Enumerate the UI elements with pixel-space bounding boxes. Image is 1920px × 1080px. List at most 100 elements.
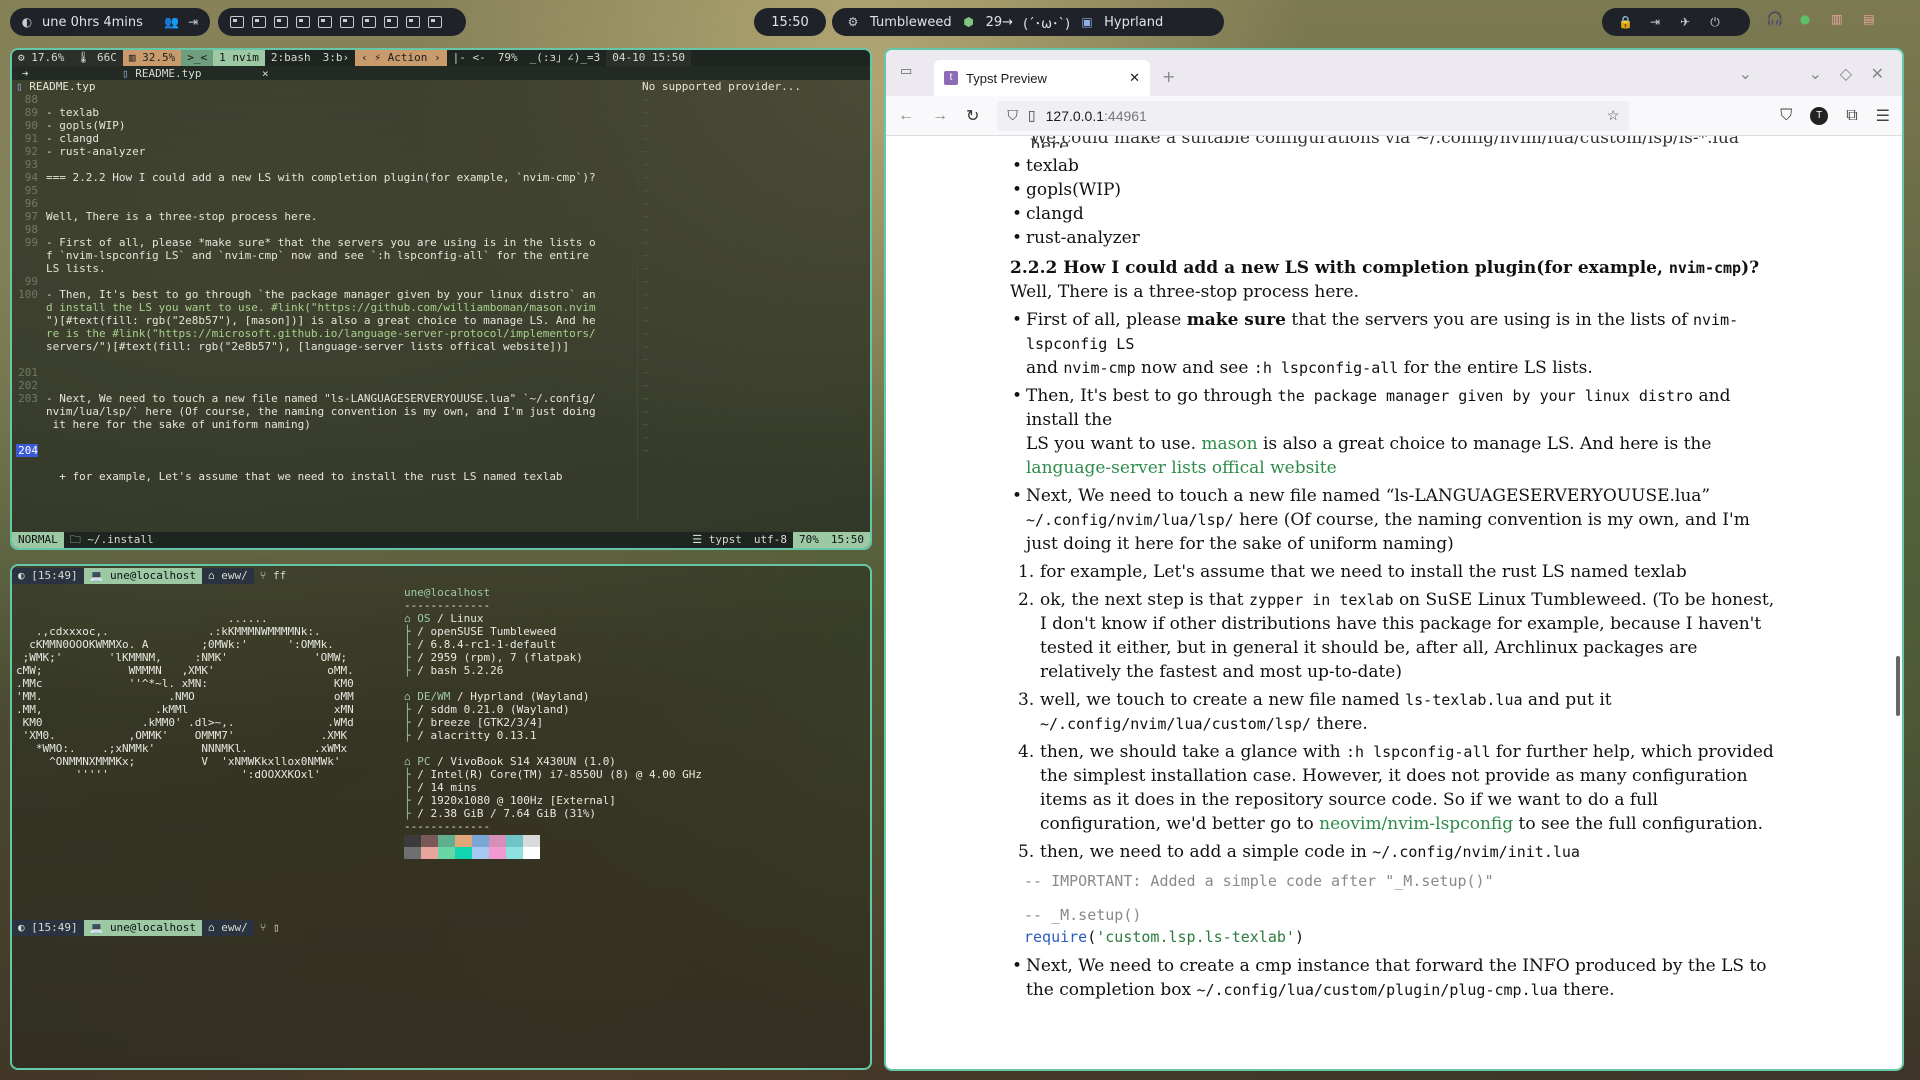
editor-line[interactable]: nvim/lua/lsp/` here (Of course, the nami… [16, 405, 637, 418]
workspace-3[interactable] [274, 16, 288, 28]
reload-icon[interactable]: ↻ [966, 106, 979, 126]
bookmark-star-icon[interactable]: ☆ [1607, 107, 1620, 124]
buffer-tab[interactable]: ▯ README.typ [112, 67, 262, 80]
lock-icon[interactable]: 🔒 [1618, 15, 1633, 29]
power-icon[interactable]: ⏻ [1708, 15, 1722, 29]
logout-icon[interactable]: ⇥ [186, 15, 200, 29]
editor-line[interactable] [16, 431, 637, 444]
action-segment: ‹ ⚡ Action › [355, 50, 447, 66]
url-bar[interactable]: ⛉ ▯ 127.0.0.1:44961 ☆ [997, 100, 1630, 131]
tmux-tab-1[interactable]: 1 nvim [213, 50, 265, 66]
mason-link[interactable]: mason [1201, 434, 1257, 454]
workspace-2[interactable] [252, 16, 266, 28]
editor-line[interactable]: LS lists. [16, 262, 637, 275]
editor-line[interactable]: 99 [16, 275, 637, 288]
editor-line[interactable]: 97 Well, There is a three-stop process he… [16, 210, 637, 223]
shield-icon[interactable]: ⛉ [1007, 107, 1018, 124]
language-server-link[interactable]: language-server lists offical website [1026, 458, 1337, 478]
rocket-icon[interactable]: ✈ [1678, 15, 1692, 29]
extensions-icon[interactable]: ⧉ [1846, 107, 1857, 125]
editor-line[interactable] [16, 353, 637, 366]
back-icon[interactable]: ← [898, 107, 914, 125]
editor-line[interactable]: 98 [16, 223, 637, 236]
scrollbar-thumb[interactable] [1896, 656, 1900, 716]
app-icon[interactable]: ▤ [1862, 12, 1876, 26]
prompt-line-2[interactable]: ◐ [15:49] 💻 une@localhost ⌂ eww/ ⑂ ▯ [12, 920, 286, 936]
power-pill: 🔒 ⇥ ✈ ⏻ [1602, 8, 1750, 36]
editor-line[interactable]: re is the #link("https://microsoft.githu… [16, 327, 637, 340]
editor-pane[interactable]: ▯ README.typ 88 89- texlab 90- gopls(WIP) 9… [12, 80, 637, 520]
users-icon[interactable]: 👥 [164, 15, 179, 29]
browser-window[interactable]: ▭ t Typst Preview ✕ + ⌄ ⌄ ◇ ✕ ← → ↻ ⛉ ▯ … [884, 48, 1904, 1071]
editor-line[interactable]: 93 [16, 158, 637, 171]
tmux-statusbar: ⚙ 17.6% 🌡 66C ▥ 32.5% >_< 1 nvim 2:bash … [12, 50, 870, 66]
workspace-10[interactable] [428, 16, 442, 28]
list-item: texlab [1012, 154, 1782, 178]
workspace-8[interactable] [384, 16, 398, 28]
editor-line[interactable]: d install the LS you want to use. #link(… [16, 301, 637, 314]
chart-icon[interactable]: ▥ [1830, 12, 1844, 26]
empty-line-marker: ~ [642, 405, 649, 418]
editor-line[interactable]: servers/")[#text(fill: rgb("2e8b57"), [l… [16, 340, 637, 353]
close-tab-icon[interactable]: ✕ [1129, 70, 1140, 86]
palette-swatch [472, 847, 489, 859]
fetch-line: ├ / 14 mins [404, 781, 477, 794]
editor-line[interactable]: 96 [16, 197, 637, 210]
editor-line[interactable]: 99- First of all, please *make sure* tha… [16, 236, 637, 249]
cut-top-line: We could make a suitable configurations … [1030, 136, 1740, 148]
ascii-line: .MMc ''^*~l. xMN: KM0 [16, 677, 354, 690]
editor-line[interactable]: ")[#text(fill: rgb("2e8b57"), [mason])] … [16, 314, 637, 327]
account-avatar[interactable]: T [1810, 106, 1829, 125]
editor-line[interactable]: 92- rust-analyzer [16, 145, 637, 158]
pocket-icon[interactable]: ⛉ [1780, 107, 1792, 125]
editor-line[interactable]: 91- clangd [16, 132, 637, 145]
list-item: gopls(WIP) [1012, 178, 1782, 202]
nvim-lspconfig-link[interactable]: neovim/nvim-lspconfig [1319, 814, 1513, 834]
cwd: 🗀 ~/.install [69, 533, 154, 546]
new-tab-icon[interactable]: + [1162, 67, 1175, 86]
workspace-6[interactable] [340, 16, 354, 28]
editor-line[interactable]: 204 [16, 444, 637, 457]
status-time: 15:50 [824, 532, 870, 548]
editor-line[interactable]: f `nvim-lspconfig LS` and `nvim-cmp` now… [16, 249, 637, 262]
editor-line[interactable]: 89- texlab [16, 106, 637, 119]
nav-bar: ← → ↻ ⛉ ▯ 127.0.0.1:44961 ☆ ⛉ T ⧉ ☰ [886, 96, 1902, 136]
workspace-5[interactable] [318, 16, 332, 28]
editor-line[interactable]: 90- gopls(WIP) [16, 119, 637, 132]
editor-line[interactable]: 201 [16, 366, 637, 379]
workspace-1[interactable] [230, 16, 244, 28]
nvim-window[interactable]: ⚙ 17.6% 🌡 66C ▥ 32.5% >_< 1 nvim 2:bash … [10, 48, 872, 550]
tab-list-icon[interactable]: ▭ [900, 64, 912, 79]
terminal-window[interactable]: ◐ [15:49] 💻 une@localhost ⌂ eww/ ⑂ ff ..… [10, 564, 872, 1070]
editor-line[interactable]: 202 [16, 379, 637, 392]
workspace-9[interactable] [406, 16, 420, 28]
browser-tab[interactable]: t Typst Preview ✕ [934, 60, 1150, 96]
palette-swatch [455, 835, 472, 847]
wechat-icon[interactable]: ● [1798, 12, 1812, 26]
chevron-down-icon[interactable]: ⌄ [1739, 64, 1752, 83]
forward-icon[interactable]: → [932, 107, 948, 125]
editor-line[interactable] [16, 457, 637, 470]
close-icon[interactable]: × [262, 67, 269, 80]
workspace-7[interactable] [362, 16, 376, 28]
url-text[interactable]: 127.0.0.1:44961 [1046, 108, 1147, 124]
editor-line[interactable]: 88 [16, 93, 637, 106]
editor-line[interactable]: 95 [16, 184, 637, 197]
editor-line[interactable]: 94 === 2.2.2 How I could add a new LS wit… [16, 171, 637, 184]
close-window-icon[interactable]: ✕ [1871, 64, 1884, 83]
page-icon[interactable]: ▯ [1028, 107, 1036, 124]
menu-icon[interactable]: ☰ [1876, 106, 1890, 126]
maximize-icon[interactable]: ◇ [1840, 64, 1852, 83]
editor-line[interactable]: 100- Then, It's best to go through `the … [16, 288, 637, 301]
minimize-icon[interactable]: ⌄ [1809, 64, 1822, 83]
branch-icon: ├ [404, 729, 418, 742]
tmux-tab-3[interactable]: 3:b› [317, 50, 356, 66]
audio-icon[interactable]: 🎧 [1766, 12, 1783, 26]
system-info-pill: ⚙ Tumbleweed ⬢ 29→ (´･ω･`) ▣ Hyprland [832, 8, 1224, 36]
tmux-tab-2[interactable]: 2:bash [265, 50, 317, 66]
editor-line[interactable]: it here for the sake of uniform naming) [16, 418, 637, 431]
logout-icon[interactable]: ⇥ [1648, 15, 1662, 29]
workspace-4[interactable] [296, 16, 310, 28]
editor-line[interactable]: + for example, Let's assume that we need… [16, 470, 637, 483]
editor-line[interactable]: 203- Next, We need to touch a new file n… [16, 392, 637, 405]
